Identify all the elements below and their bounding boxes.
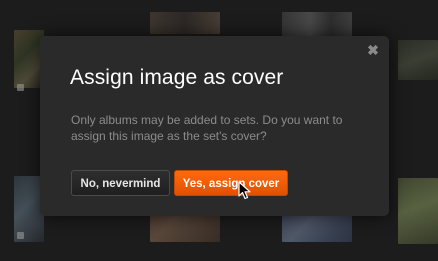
photo-thumbnail xyxy=(398,40,438,80)
assign-cover-dialog: ✖ Assign image as cover Only albums may … xyxy=(40,36,389,216)
album-badge-icon xyxy=(17,232,24,239)
album-badge-icon xyxy=(17,84,24,91)
close-icon[interactable]: ✖ xyxy=(367,43,379,57)
mouse-pointer-icon xyxy=(238,181,251,200)
dialog-title: Assign image as cover xyxy=(70,66,284,89)
cancel-button[interactable]: No, nevermind xyxy=(71,170,170,196)
photo-thumbnail xyxy=(398,178,438,244)
photo-thumbnail xyxy=(282,12,352,36)
assign-cover-button[interactable]: Yes, assign cover xyxy=(174,170,288,196)
photo-thumbnail xyxy=(150,12,220,34)
dialog-message: Only albums may be added to sets. Do you… xyxy=(71,113,343,143)
